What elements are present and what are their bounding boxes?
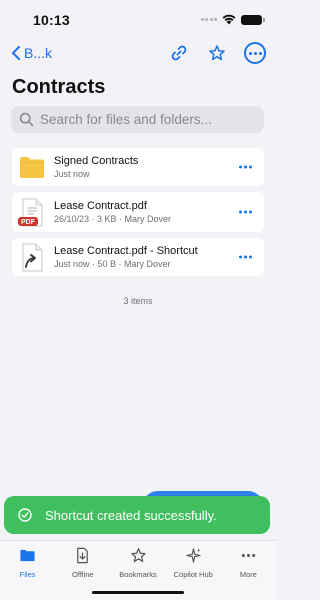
status-bar: 10:13 (0, 0, 276, 40)
bookmark-button[interactable] (206, 42, 228, 64)
link-icon (171, 45, 187, 61)
pdf-file-icon: PDF (17, 197, 47, 227)
pdf-badge: PDF (21, 219, 36, 226)
item-more-button[interactable] (235, 252, 256, 263)
back-label: B...k (24, 45, 53, 61)
tab-label: Bookmarks (119, 570, 157, 579)
toast-message: Shortcut created successfully. (45, 507, 217, 523)
star-icon (209, 45, 225, 61)
sparkle-icon (186, 548, 201, 563)
tab-more[interactable]: More (221, 541, 276, 600)
file-list: Signed Contracts Just now PDF Lease Cont… (12, 148, 264, 282)
offline-download-icon (77, 547, 89, 564)
item-meta: Just now · 50 B · Mary Dover (54, 259, 171, 269)
search-input[interactable] (40, 112, 250, 127)
battery-icon (241, 14, 265, 25)
item-meta: 26/10/23 · 3 KB · Mary Dover (54, 214, 172, 224)
shortcut-file-icon (17, 242, 47, 272)
tab-bar: Files Offline Bookmarks Copilot Hub More (0, 540, 276, 600)
more-dots-icon (241, 553, 256, 558)
tab-label: Copilot Hub (173, 570, 213, 579)
tab-label: Files (19, 570, 36, 579)
cellular-signal-icon (200, 18, 217, 21)
more-circle-icon (244, 42, 266, 64)
item-name: Lease Contract.pdf - Shortcut (54, 245, 198, 257)
tab-label: More (239, 570, 257, 579)
wifi-icon (222, 14, 236, 25)
search-bar[interactable] (11, 106, 264, 133)
star-icon (130, 548, 146, 563)
item-more-button[interactable] (235, 207, 256, 218)
item-more-button[interactable] (235, 162, 256, 173)
search-icon (19, 112, 34, 127)
list-item[interactable]: Lease Contract.pdf - Shortcut Just now ·… (12, 238, 264, 276)
chevron-left-icon (12, 46, 20, 60)
items-count: 3 items (123, 296, 153, 306)
item-meta: Just now (54, 169, 90, 179)
folder-icon (17, 152, 47, 182)
page-title: Contracts (12, 76, 106, 98)
home-indicator (92, 591, 184, 594)
nav-bar: B...k (0, 40, 276, 70)
back-button[interactable]: B...k (10, 45, 52, 61)
folder-icon (20, 549, 35, 562)
nav-actions (168, 42, 266, 64)
tab-label: Offline (72, 570, 94, 579)
list-item[interactable]: PDF Lease Contract.pdf 26/10/23 · 3 KB ·… (12, 192, 264, 232)
share-link-button[interactable] (168, 42, 190, 64)
check-circle-icon (18, 508, 32, 522)
item-name: Signed Contracts (54, 155, 139, 167)
status-icons (200, 14, 265, 25)
item-name: Lease Contract.pdf (54, 200, 147, 212)
success-toast: Shortcut created successfully. (4, 496, 270, 534)
more-options-button[interactable] (244, 42, 266, 64)
status-time: 10:13 (33, 12, 70, 28)
list-item[interactable]: Signed Contracts Just now (12, 148, 264, 186)
tab-files[interactable]: Files (0, 541, 55, 600)
